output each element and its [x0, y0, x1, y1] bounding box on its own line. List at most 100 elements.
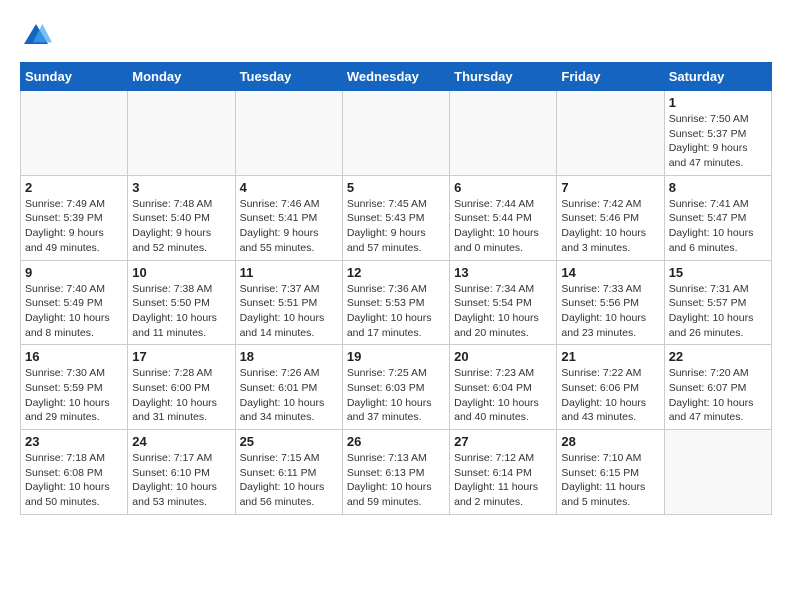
day-info: Sunrise: 7:42 AM Sunset: 5:46 PM Dayligh… — [561, 197, 659, 256]
day-info: Sunrise: 7:41 AM Sunset: 5:47 PM Dayligh… — [669, 197, 767, 256]
day-info: Sunrise: 7:25 AM Sunset: 6:03 PM Dayligh… — [347, 366, 445, 425]
day-number: 27 — [454, 434, 552, 449]
day-info: Sunrise: 7:28 AM Sunset: 6:00 PM Dayligh… — [132, 366, 230, 425]
day-number: 13 — [454, 265, 552, 280]
day-cell: 5Sunrise: 7:45 AM Sunset: 5:43 PM Daylig… — [342, 175, 449, 260]
day-info: Sunrise: 7:22 AM Sunset: 6:06 PM Dayligh… — [561, 366, 659, 425]
day-number: 10 — [132, 265, 230, 280]
day-info: Sunrise: 7:12 AM Sunset: 6:14 PM Dayligh… — [454, 451, 552, 510]
week-row-1: 1 Sunrise: 7:50 AM Sunset: 5:37 PM Daylig… — [21, 91, 772, 176]
day-number: 16 — [25, 349, 123, 364]
day-cell: 28Sunrise: 7:10 AM Sunset: 6:15 PM Dayli… — [557, 430, 664, 515]
day-number: 23 — [25, 434, 123, 449]
day-cell: 11 Sunrise: 7:37 AM Sunset: 5:51 PM Dayli… — [235, 260, 342, 345]
day-number: 20 — [454, 349, 552, 364]
day-cell: 6 Sunrise: 7:44 AM Sunset: 5:44 PM Daylig… — [450, 175, 557, 260]
weekday-header-wednesday: Wednesday — [342, 63, 449, 91]
day-cell — [235, 91, 342, 176]
day-info: Sunrise: 7:50 AM Sunset: 5:37 PM Dayligh… — [669, 112, 767, 171]
day-cell: 2 Sunrise: 7:49 AM Sunset: 5:39 PM Daylig… — [21, 175, 128, 260]
week-row-5: 23 Sunrise: 7:18 AM Sunset: 6:08 PM Dayli… — [21, 430, 772, 515]
day-cell: 17 Sunrise: 7:28 AM Sunset: 6:00 PM Dayli… — [128, 345, 235, 430]
day-number: 6 — [454, 180, 552, 195]
day-info: Sunrise: 7:10 AM Sunset: 6:15 PM Dayligh… — [561, 451, 659, 510]
day-number: 25 — [240, 434, 338, 449]
day-info: Sunrise: 7:44 AM Sunset: 5:44 PM Dayligh… — [454, 197, 552, 256]
day-cell: 3 Sunrise: 7:48 AM Sunset: 5:40 PM Daylig… — [128, 175, 235, 260]
day-info: Sunrise: 7:31 AM Sunset: 5:57 PM Dayligh… — [669, 282, 767, 341]
logo-icon — [20, 20, 52, 52]
day-cell — [450, 91, 557, 176]
day-cell: 27 Sunrise: 7:12 AM Sunset: 6:14 PM Dayli… — [450, 430, 557, 515]
day-info: Sunrise: 7:36 AM Sunset: 5:53 PM Dayligh… — [347, 282, 445, 341]
weekday-header-sunday: Sunday — [21, 63, 128, 91]
day-cell — [21, 91, 128, 176]
day-cell — [128, 91, 235, 176]
day-number: 9 — [25, 265, 123, 280]
page-header — [20, 20, 772, 52]
day-number: 26 — [347, 434, 445, 449]
day-info: Sunrise: 7:38 AM Sunset: 5:50 PM Dayligh… — [132, 282, 230, 341]
day-cell — [664, 430, 771, 515]
day-cell: 13 Sunrise: 7:34 AM Sunset: 5:54 PM Dayli… — [450, 260, 557, 345]
weekday-header-monday: Monday — [128, 63, 235, 91]
day-cell: 1 Sunrise: 7:50 AM Sunset: 5:37 PM Daylig… — [664, 91, 771, 176]
day-cell: 18 Sunrise: 7:26 AM Sunset: 6:01 PM Dayli… — [235, 345, 342, 430]
day-info: Sunrise: 7:26 AM Sunset: 6:01 PM Dayligh… — [240, 366, 338, 425]
day-cell: 15 Sunrise: 7:31 AM Sunset: 5:57 PM Dayli… — [664, 260, 771, 345]
day-info: Sunrise: 7:18 AM Sunset: 6:08 PM Dayligh… — [25, 451, 123, 510]
day-number: 8 — [669, 180, 767, 195]
calendar: SundayMondayTuesdayWednesdayThursdayFrid… — [20, 62, 772, 515]
day-info: Sunrise: 7:30 AM Sunset: 5:59 PM Dayligh… — [25, 366, 123, 425]
week-row-3: 9 Sunrise: 7:40 AM Sunset: 5:49 PM Daylig… — [21, 260, 772, 345]
day-cell: 24Sunrise: 7:17 AM Sunset: 6:10 PM Dayli… — [128, 430, 235, 515]
day-cell: 16 Sunrise: 7:30 AM Sunset: 5:59 PM Dayli… — [21, 345, 128, 430]
weekday-header-friday: Friday — [557, 63, 664, 91]
day-info: Sunrise: 7:33 AM Sunset: 5:56 PM Dayligh… — [561, 282, 659, 341]
day-cell: 10 Sunrise: 7:38 AM Sunset: 5:50 PM Dayli… — [128, 260, 235, 345]
day-number: 14 — [561, 265, 659, 280]
day-cell: 23 Sunrise: 7:18 AM Sunset: 6:08 PM Dayli… — [21, 430, 128, 515]
day-cell: 26 Sunrise: 7:13 AM Sunset: 6:13 PM Dayli… — [342, 430, 449, 515]
day-number: 3 — [132, 180, 230, 195]
weekday-header-thursday: Thursday — [450, 63, 557, 91]
day-info: Sunrise: 7:37 AM Sunset: 5:51 PM Dayligh… — [240, 282, 338, 341]
day-cell: 21Sunrise: 7:22 AM Sunset: 6:06 PM Dayli… — [557, 345, 664, 430]
day-cell — [342, 91, 449, 176]
day-number: 11 — [240, 265, 338, 280]
day-cell: 4 Sunrise: 7:46 AM Sunset: 5:41 PM Daylig… — [235, 175, 342, 260]
day-number: 2 — [25, 180, 123, 195]
day-number: 1 — [669, 95, 767, 110]
day-cell: 25 Sunrise: 7:15 AM Sunset: 6:11 PM Dayli… — [235, 430, 342, 515]
day-cell: 19 Sunrise: 7:25 AM Sunset: 6:03 PM Dayli… — [342, 345, 449, 430]
day-number: 19 — [347, 349, 445, 364]
day-number: 4 — [240, 180, 338, 195]
day-cell: 8 Sunrise: 7:41 AM Sunset: 5:47 PM Daylig… — [664, 175, 771, 260]
day-number: 15 — [669, 265, 767, 280]
day-info: Sunrise: 7:23 AM Sunset: 6:04 PM Dayligh… — [454, 366, 552, 425]
weekday-header-row: SundayMondayTuesdayWednesdayThursdayFrid… — [21, 63, 772, 91]
weekday-header-saturday: Saturday — [664, 63, 771, 91]
day-cell: 20 Sunrise: 7:23 AM Sunset: 6:04 PM Dayli… — [450, 345, 557, 430]
day-info: Sunrise: 7:20 AM Sunset: 6:07 PM Dayligh… — [669, 366, 767, 425]
day-info: Sunrise: 7:49 AM Sunset: 5:39 PM Dayligh… — [25, 197, 123, 256]
day-number: 18 — [240, 349, 338, 364]
day-info: Sunrise: 7:13 AM Sunset: 6:13 PM Dayligh… — [347, 451, 445, 510]
day-number: 24 — [132, 434, 230, 449]
weekday-header-tuesday: Tuesday — [235, 63, 342, 91]
day-number: 22 — [669, 349, 767, 364]
day-cell: 12Sunrise: 7:36 AM Sunset: 5:53 PM Dayli… — [342, 260, 449, 345]
day-cell: 22 Sunrise: 7:20 AM Sunset: 6:07 PM Dayli… — [664, 345, 771, 430]
day-number: 7 — [561, 180, 659, 195]
day-info: Sunrise: 7:46 AM Sunset: 5:41 PM Dayligh… — [240, 197, 338, 256]
week-row-4: 16 Sunrise: 7:30 AM Sunset: 5:59 PM Dayli… — [21, 345, 772, 430]
day-info: Sunrise: 7:15 AM Sunset: 6:11 PM Dayligh… — [240, 451, 338, 510]
day-info: Sunrise: 7:34 AM Sunset: 5:54 PM Dayligh… — [454, 282, 552, 341]
day-info: Sunrise: 7:48 AM Sunset: 5:40 PM Dayligh… — [132, 197, 230, 256]
logo — [20, 20, 54, 52]
day-info: Sunrise: 7:45 AM Sunset: 5:43 PM Dayligh… — [347, 197, 445, 256]
day-number: 17 — [132, 349, 230, 364]
day-cell — [557, 91, 664, 176]
day-cell: 7 Sunrise: 7:42 AM Sunset: 5:46 PM Daylig… — [557, 175, 664, 260]
day-info: Sunrise: 7:40 AM Sunset: 5:49 PM Dayligh… — [25, 282, 123, 341]
